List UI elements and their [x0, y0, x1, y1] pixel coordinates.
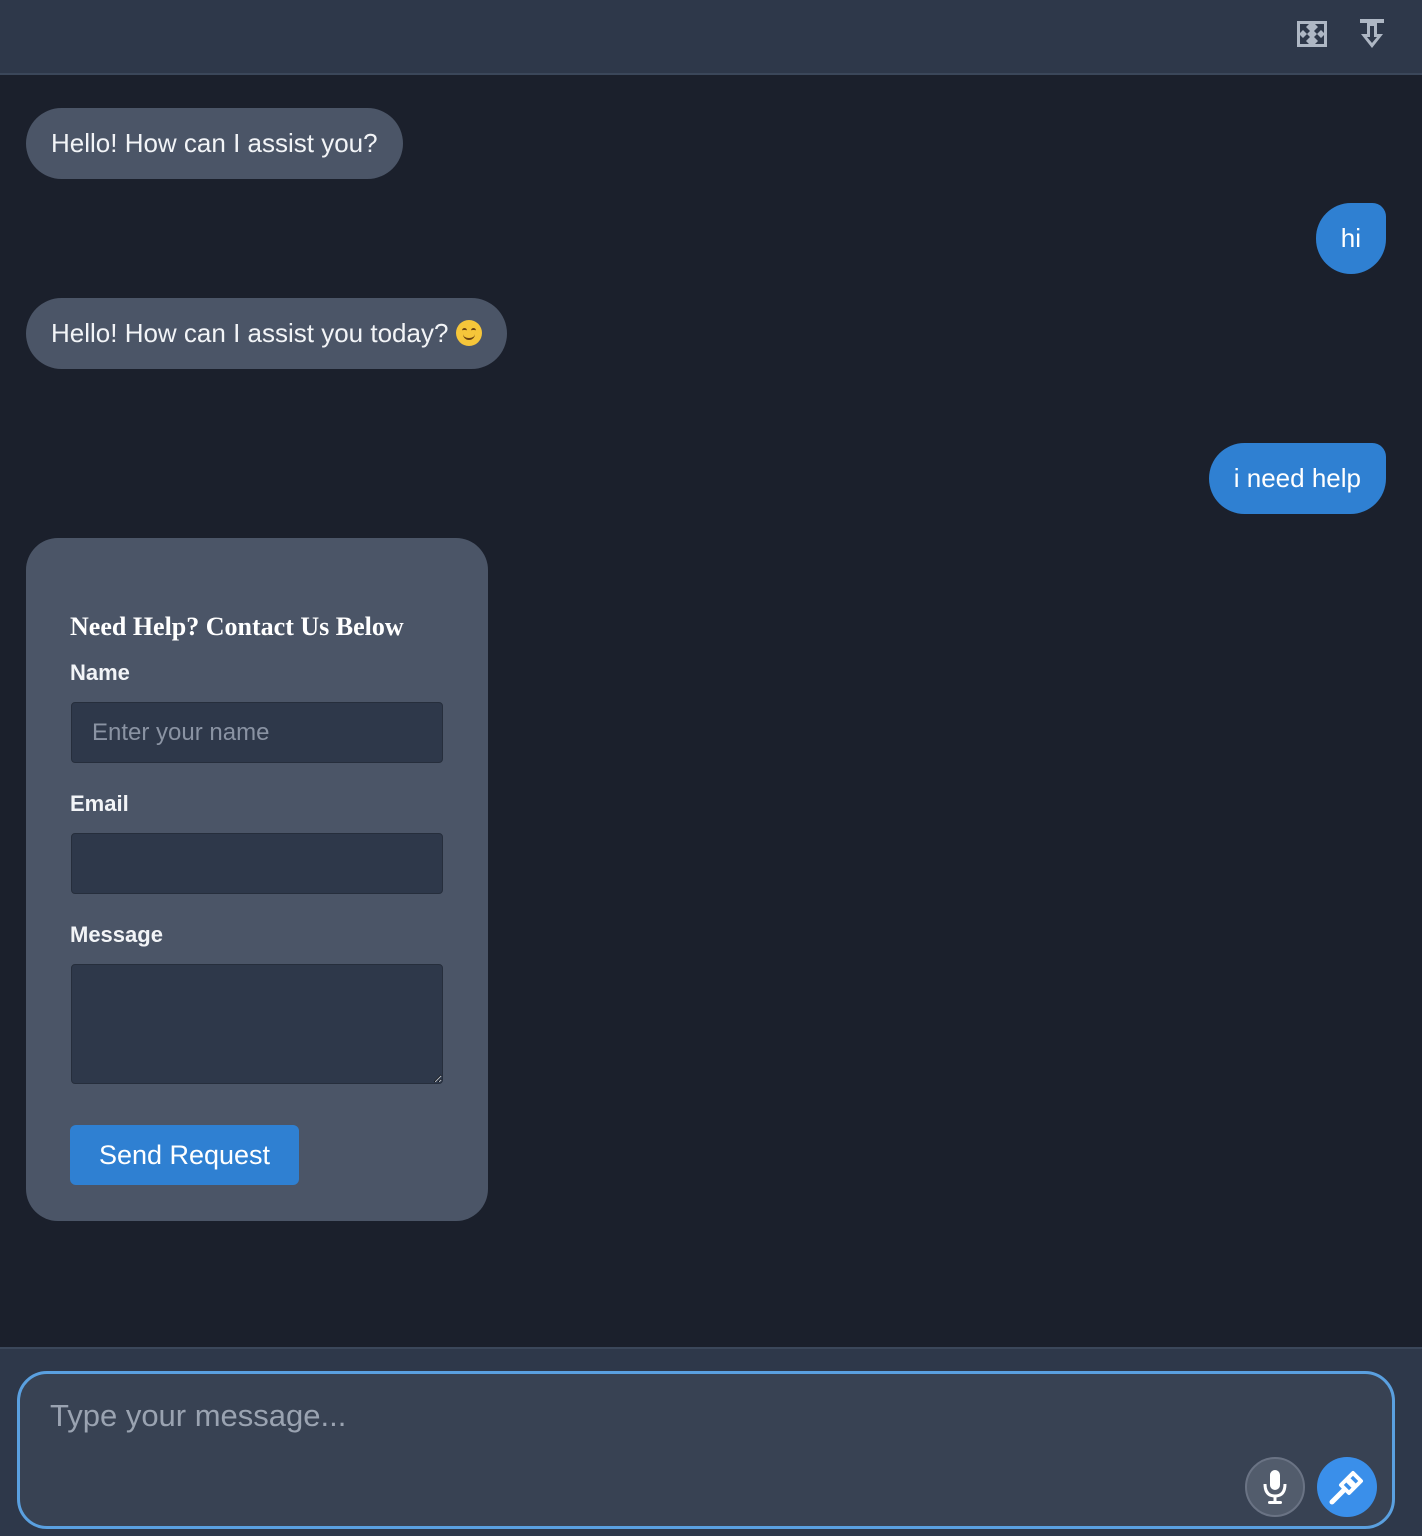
- download-arrow-icon: [1360, 19, 1384, 48]
- expand-button[interactable]: [1292, 14, 1332, 54]
- message-composer: [17, 1371, 1395, 1529]
- email-field[interactable]: [71, 833, 443, 894]
- bot-message: Hello! How can I assist you today?: [26, 298, 508, 369]
- send-request-button[interactable]: Send Request: [70, 1125, 299, 1185]
- smiling-face-icon: [456, 320, 483, 346]
- microphone-icon: [1263, 1470, 1287, 1504]
- contact-form-card: Need Help? Contact Us Below Name Email M…: [26, 538, 488, 1221]
- composer-bar: [0, 1347, 1422, 1536]
- form-title: Need Help? Contact Us Below: [70, 612, 404, 641]
- user-message: i need help: [1208, 443, 1386, 514]
- send-button[interactable]: [1317, 1457, 1377, 1517]
- message-text: hi: [1340, 223, 1361, 253]
- name-label: Name: [70, 660, 130, 685]
- message-list: Hello! How can I assist you? hi Hello! H…: [0, 77, 1422, 1347]
- download-button[interactable]: [1352, 14, 1392, 54]
- send-icon: [1329, 1471, 1363, 1505]
- message-label: Message: [70, 922, 163, 947]
- bot-message: Hello! How can I assist you?: [26, 108, 403, 179]
- chat-header: [0, 0, 1422, 75]
- microphone-button[interactable]: [1245, 1457, 1305, 1517]
- email-label: Email: [70, 791, 129, 816]
- chat-app: Hello! How can I assist you? hi Hello! H…: [0, 0, 1422, 1536]
- name-field[interactable]: [71, 702, 443, 763]
- user-message: hi: [1315, 203, 1386, 274]
- message-field[interactable]: [71, 964, 443, 1084]
- expand-arrows-icon: [1297, 21, 1327, 47]
- message-text: Hello! How can I assist you?: [51, 128, 378, 158]
- chat-message-input[interactable]: [50, 1398, 1230, 1458]
- message-text: Hello! How can I assist you today?: [51, 318, 449, 348]
- message-text: i need help: [1233, 463, 1361, 493]
